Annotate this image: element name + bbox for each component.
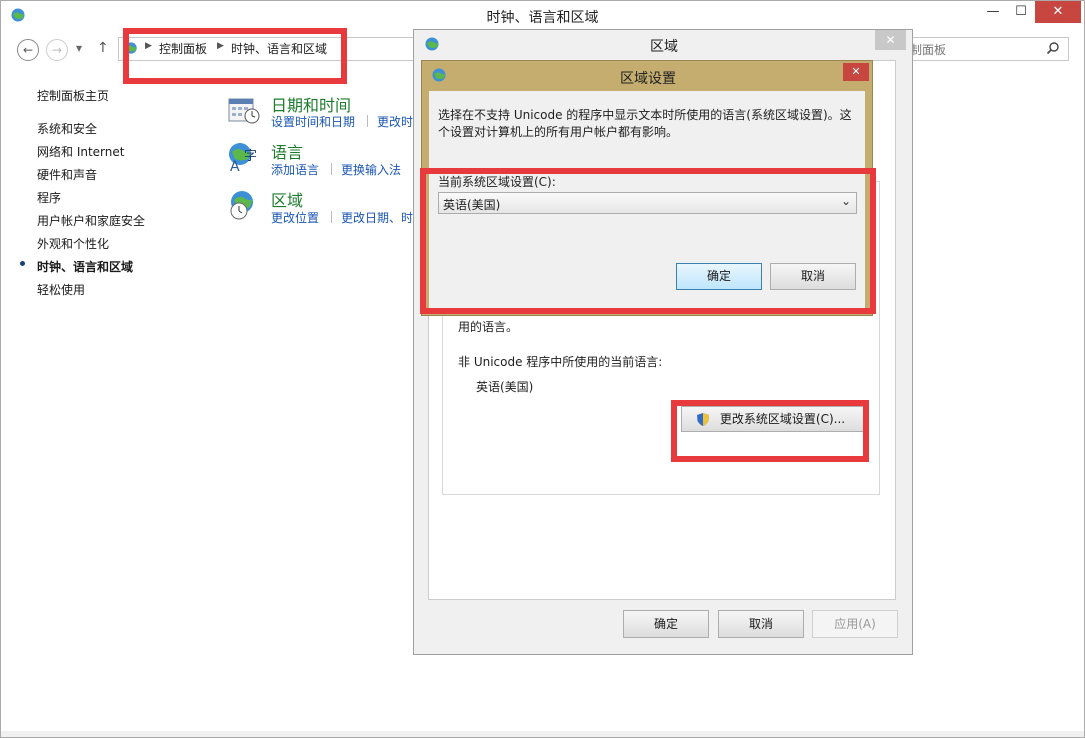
breadcrumb-clock-language-region[interactable]: 时钟、语言和区域 [231, 40, 327, 57]
sidebar-item-appearance[interactable]: 外观和个性化 [37, 235, 109, 252]
sidebar-item-network[interactable]: 网络和 Internet [37, 143, 124, 160]
sidebar-item-programs[interactable]: 程序 [37, 189, 61, 206]
search-placeholder: 制面板 [910, 43, 947, 57]
locale-select-value: 英语(美国) [443, 198, 501, 212]
link-add-language[interactable]: 添加语言 [271, 161, 319, 178]
globe-clock-icon [230, 191, 253, 220]
region-apply-button[interactable]: 应用(A) [812, 610, 898, 638]
change-system-locale-button[interactable]: 更改系统区域设置(C)... [681, 406, 866, 432]
sidebar-item-system-security[interactable]: 系统和安全 [37, 120, 97, 137]
truncated-text: 用的语言。 [458, 320, 519, 334]
link-set-time-date[interactable]: 设置时间和日期 [271, 113, 355, 130]
chevron-down-icon: ⌄ [841, 194, 852, 208]
locale-dialog-title: 区域设置 [620, 71, 676, 87]
title-bar: 时钟、语言和区域 — ☐ ✕ [1, 1, 1084, 31]
current-nonunicode-language: 英语(美国) [476, 380, 534, 394]
locale-dialog-close-button[interactable]: ✕ [843, 63, 869, 81]
recent-pages-dropdown[interactable]: ▾ [76, 41, 82, 55]
close-button[interactable]: ✕ [1035, 1, 1081, 23]
maximize-button[interactable]: ☐ [1007, 1, 1035, 23]
sidebar-home-link[interactable]: 控制面板主页 [37, 87, 109, 104]
category-region-title[interactable]: 区域 [271, 187, 303, 211]
forward-button[interactable]: → [46, 39, 68, 61]
sidebar-item-clock-language-region[interactable]: 时钟、语言和区域 [37, 258, 133, 275]
link-change-time[interactable]: 更改时 [377, 113, 413, 130]
locale-cancel-button[interactable]: 取消 [770, 263, 856, 290]
change-system-locale-label: 更改系统区域设置(C)... [719, 412, 846, 426]
region-cancel-button[interactable]: 取消 [718, 610, 804, 638]
link-separator [331, 211, 332, 223]
language-icon: A 字 [229, 143, 257, 173]
current-item-bullet [20, 261, 25, 266]
window-title: 时钟、语言和区域 [486, 10, 599, 26]
locale-ok-button[interactable]: 确定 [676, 263, 762, 290]
sidebar-item-user-accounts[interactable]: 用户帐户和家庭安全 [37, 212, 145, 229]
link-change-date-time-format[interactable]: 更改日期、时 [341, 209, 413, 226]
link-change-location[interactable]: 更改位置 [271, 209, 319, 226]
locale-description: 选择在不支持 Unicode 的程序中显示文本时所使用的语言(系统区域设置)。这… [438, 108, 852, 139]
chevron-right-icon: ▶ [145, 41, 152, 51]
region-ok-button[interactable]: 确定 [623, 610, 709, 638]
locale-dialog: 区域设置 ✕ 选择在不支持 Unicode 的程序中显示文本时所使用的语言(系统… [421, 60, 873, 316]
search-icon[interactable] [1046, 41, 1060, 55]
svg-text:A: A [230, 159, 240, 173]
link-separator [331, 163, 332, 175]
svg-text:字: 字 [244, 149, 257, 164]
nonunicode-label: 非 Unicode 程序中所使用的当前语言: [458, 355, 663, 369]
uac-shield-icon [697, 413, 709, 426]
link-change-input-method[interactable]: 更换输入法 [341, 161, 401, 178]
back-button[interactable]: ← [17, 39, 39, 61]
up-button[interactable]: ↑ [97, 40, 109, 56]
control-panel-icon [125, 42, 137, 54]
link-separator [367, 115, 368, 127]
chevron-right-icon: ▶ [217, 41, 224, 51]
sidebar-item-hardware-sound[interactable]: 硬件和声音 [37, 166, 97, 183]
region-dialog-title: 区域 [650, 39, 678, 55]
region-dialog-close-button[interactable]: ✕ [875, 30, 906, 50]
sidebar-item-ease-of-access[interactable]: 轻松使用 [37, 281, 85, 298]
locale-dialog-body: 选择在不支持 Unicode 的程序中显示文本时所使用的语言(系统区域设置)。这… [429, 91, 865, 309]
breadcrumb-control-panel[interactable]: 控制面板 [159, 40, 207, 57]
search-input[interactable]: 制面板 [897, 37, 1069, 61]
category-language-title[interactable]: 语言 [271, 139, 303, 163]
current-locale-label: 当前系统区域设置(C): [438, 175, 556, 189]
minimize-button[interactable]: — [979, 1, 1007, 23]
locale-select[interactable]: 英语(美国) ⌄ [438, 192, 857, 214]
calendar-clock-icon [228, 98, 260, 124]
